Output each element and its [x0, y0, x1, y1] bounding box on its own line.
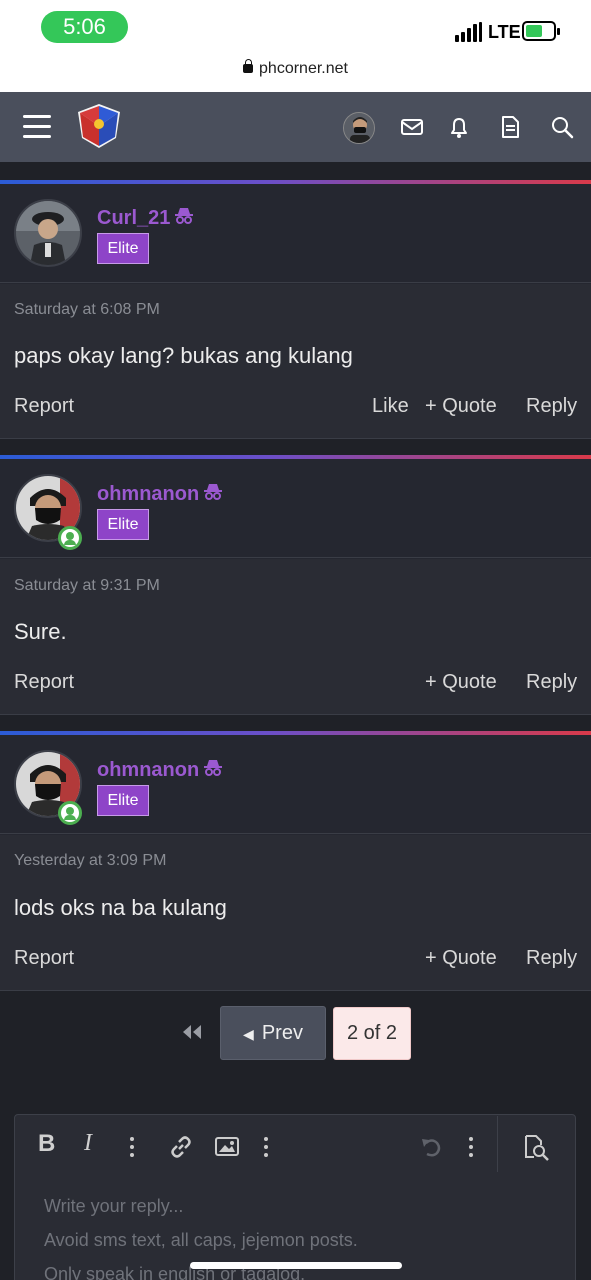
- link-icon[interactable]: [168, 1134, 194, 1160]
- signal-icon: [455, 22, 483, 42]
- home-indicator: [190, 1262, 402, 1269]
- reply-button[interactable]: Reply: [526, 947, 577, 970]
- mail-icon[interactable]: [399, 114, 425, 140]
- battery-icon: [522, 21, 560, 41]
- post-header: [0, 184, 591, 284]
- current-page[interactable]: 2 of 2: [333, 1007, 411, 1060]
- undo-icon[interactable]: [418, 1134, 444, 1160]
- post-message: paps okay lang? bukas ang kulang: [14, 343, 353, 368]
- report-button[interactable]: Report: [14, 947, 74, 970]
- user-badge: Elite: [97, 233, 149, 264]
- user-badge: Elite: [97, 785, 149, 816]
- post-timestamp[interactable]: Saturday at 6:08 PM: [14, 301, 160, 319]
- user-avatar[interactable]: [343, 112, 375, 144]
- post-header: [0, 735, 591, 835]
- more-options-icon[interactable]: [467, 1136, 475, 1158]
- prev-page-button[interactable]: ◀ Prev: [220, 1006, 326, 1060]
- lock-icon: [243, 59, 254, 73]
- incognito-icon: [204, 484, 223, 500]
- italic-button[interactable]: I: [84, 1130, 92, 1157]
- search-icon[interactable]: [549, 114, 575, 140]
- quote-button[interactable]: + Quote: [425, 395, 497, 418]
- preview-icon[interactable]: [522, 1133, 550, 1161]
- site-logo[interactable]: [76, 102, 122, 150]
- post-username[interactable]: Curl_21: [97, 206, 194, 230]
- reply-button[interactable]: Reply: [526, 395, 577, 418]
- editor-placeholder-line: Avoid sms text, all caps, jejemon posts.: [44, 1230, 358, 1250]
- editor-placeholder-line: Write your reply...: [44, 1196, 184, 1216]
- network-label: LTE: [488, 22, 521, 42]
- incognito-icon: [175, 208, 194, 224]
- quote-button[interactable]: + Quote: [425, 671, 497, 694]
- avatar[interactable]: [14, 199, 82, 267]
- chevron-left-icon: ◀: [243, 1026, 254, 1042]
- url-text: phcorner.net: [259, 60, 348, 77]
- report-button[interactable]: Report: [14, 671, 74, 694]
- post-message: lods oks na ba kulang: [14, 895, 227, 920]
- quote-button[interactable]: + Quote: [425, 947, 497, 970]
- post-username[interactable]: ohmnanon: [97, 482, 223, 506]
- user-badge: Elite: [97, 509, 149, 540]
- post-header: [0, 459, 591, 559]
- bold-button[interactable]: B: [38, 1130, 55, 1158]
- online-status-icon: [58, 526, 82, 550]
- image-icon[interactable]: [214, 1135, 240, 1159]
- post-message: Sure.: [14, 619, 67, 644]
- address-bar[interactable]: phcorner.net: [0, 59, 591, 78]
- report-button[interactable]: Report: [14, 395, 74, 418]
- more-options-icon[interactable]: [128, 1136, 136, 1158]
- post-timestamp[interactable]: Saturday at 9:31 PM: [14, 577, 160, 595]
- post-username[interactable]: ohmnanon: [97, 758, 223, 782]
- online-status-icon: [58, 801, 82, 825]
- first-page-icon[interactable]: [181, 1024, 203, 1040]
- like-button[interactable]: Like: [372, 395, 409, 418]
- post-timestamp[interactable]: Yesterday at 3:09 PM: [14, 852, 166, 870]
- status-time: 5:06: [41, 11, 128, 43]
- reply-button[interactable]: Reply: [526, 671, 577, 694]
- toolbar-divider: [497, 1116, 498, 1172]
- status-bar: 5:06 LTE phcorner.net: [0, 0, 591, 92]
- menu-icon[interactable]: [23, 115, 51, 139]
- document-icon[interactable]: [497, 114, 523, 140]
- more-options-icon[interactable]: [262, 1136, 270, 1158]
- incognito-icon: [204, 760, 223, 776]
- bell-icon[interactable]: [446, 114, 472, 140]
